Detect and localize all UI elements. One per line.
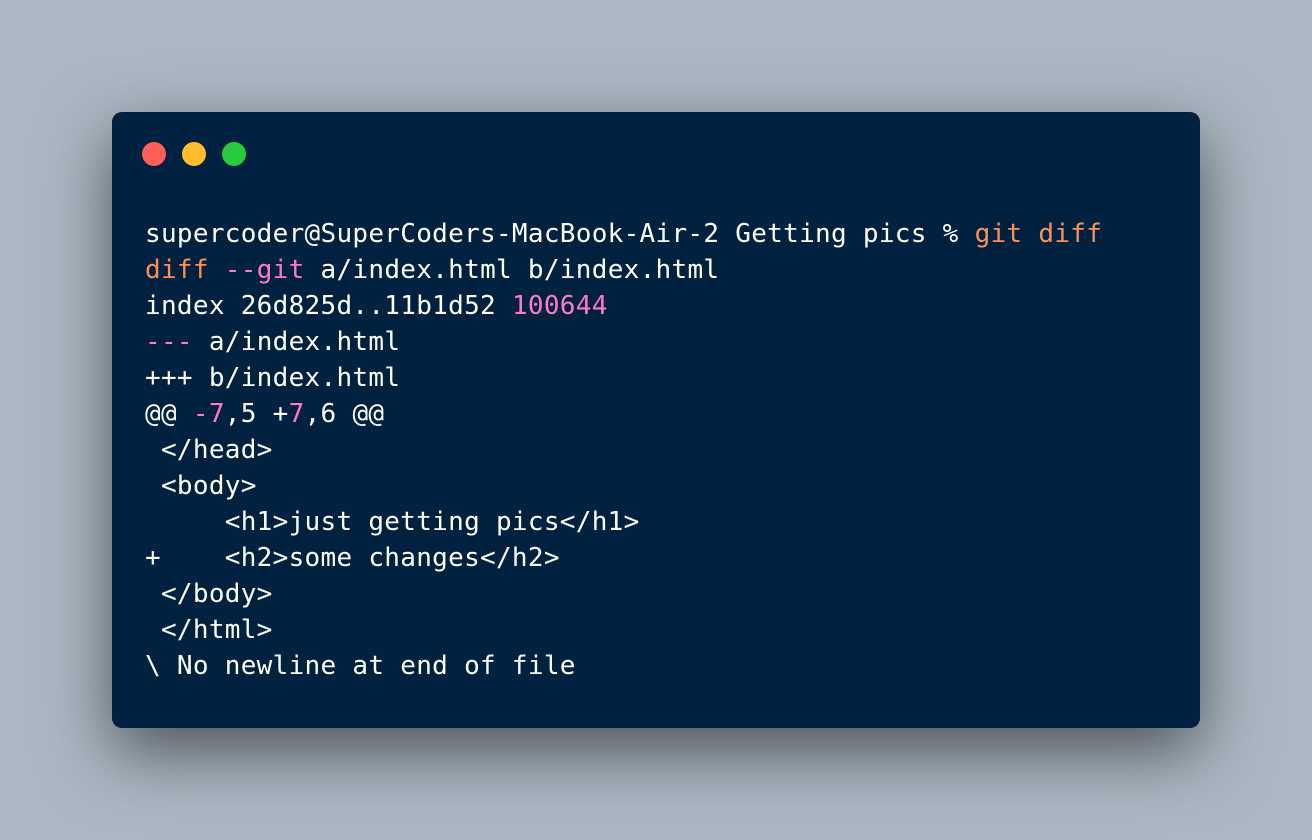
hunk-new-start: 7 xyxy=(288,399,305,429)
index-line: index 26d825d..11b1d52 100644 xyxy=(145,288,1102,324)
command-text: git diff xyxy=(974,219,1103,249)
old-file-path: a/index.html xyxy=(192,327,401,357)
minimize-button[interactable] xyxy=(182,142,206,166)
diff-line-added-h2: + <h2>some changes</h2> xyxy=(145,543,560,573)
terminal-window: supercoder@SuperCoders-MacBook-Air-2 Get… xyxy=(112,112,1200,728)
old-file-line: --- a/index.html xyxy=(145,324,1102,360)
diff-keyword: diff xyxy=(145,255,209,285)
close-button[interactable] xyxy=(142,142,166,166)
hunk-open: @@ xyxy=(145,399,193,429)
window-controls xyxy=(142,142,246,166)
diff-line-head-close: </head> xyxy=(145,435,273,465)
command-line: supercoder@SuperCoders-MacBook-Air-2 Get… xyxy=(145,216,1102,252)
new-file-line: +++ b/index.html xyxy=(145,363,401,393)
shell-prompt: supercoder@SuperCoders-MacBook-Air-2 Get… xyxy=(145,219,975,249)
terminal-output[interactable]: supercoder@SuperCoders-MacBook-Air-2 Get… xyxy=(145,216,1102,684)
hunk-header-line: @@ -7,5 +7,6 @@ xyxy=(145,396,1102,432)
diff-files: a/index.html b/index.html xyxy=(304,255,720,285)
hunk-new-count: ,6 @@ xyxy=(304,399,385,429)
no-newline-message: \ No newline at end of file xyxy=(145,651,576,681)
diff-line-body-open: <body> xyxy=(145,471,257,501)
diff-space xyxy=(209,255,225,285)
diff-flag: --git xyxy=(224,255,305,285)
diff-line-body-close: </body> xyxy=(145,579,273,609)
diff-line-h1: <h1>just getting pics</h1> xyxy=(145,507,640,537)
diff-header-line: diff --git a/index.html b/index.html xyxy=(145,252,1102,288)
zoom-button[interactable] xyxy=(222,142,246,166)
file-mode: 100644 xyxy=(511,291,608,321)
index-text: index 26d825d..11b1d52 xyxy=(145,291,512,321)
old-file-marker: --- xyxy=(145,327,193,357)
hunk-old-start: -7 xyxy=(192,399,225,429)
hunk-old-count: ,5 + xyxy=(224,399,289,429)
diff-line-html-close: </html> xyxy=(145,615,273,645)
